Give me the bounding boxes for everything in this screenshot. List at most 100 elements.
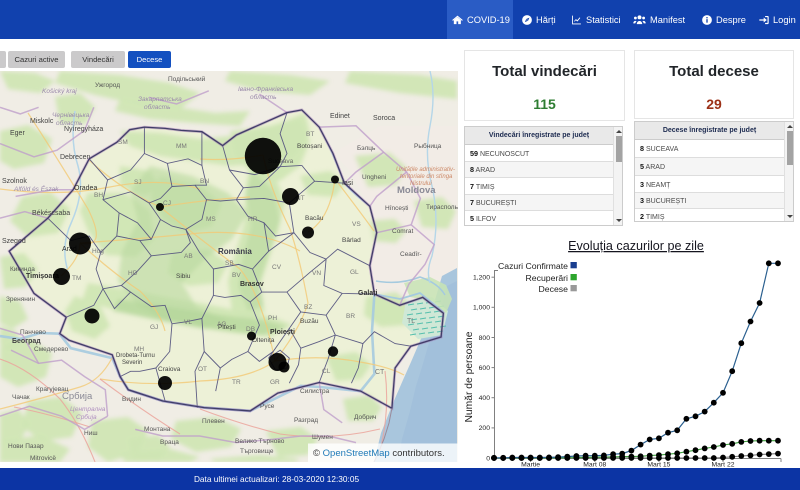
svg-text:Iași: Iași (342, 180, 353, 187)
svg-text:Oradea: Oradea (74, 185, 97, 192)
svg-text:BR: BR (346, 313, 355, 320)
svg-text:TR: TR (232, 379, 241, 386)
svg-text:BT: BT (306, 131, 314, 138)
svg-text:MM: MM (176, 143, 187, 150)
svg-text:CJ: CJ (163, 200, 171, 207)
svg-text:TM: TM (72, 275, 81, 282)
svg-text:Soroca: Soroca (373, 115, 395, 122)
svg-text:Drobeta-Turnu: Drobeta-Turnu (116, 353, 155, 359)
svg-text:Ниш: Ниш (84, 430, 98, 437)
svg-text:Ploiești: Ploiești (270, 329, 295, 336)
svg-text:0: 0 (486, 455, 490, 462)
svg-text:Ужгород: Ужгород (95, 82, 120, 89)
svg-text:Зренянин: Зренянин (6, 296, 35, 303)
svg-text:HD: HD (128, 270, 138, 277)
svg-text:Szolnok: Szolnok (2, 178, 27, 185)
svg-text:Велико Търново: Велико Търново (235, 438, 285, 445)
svg-text:MH: MH (134, 346, 144, 353)
svg-text:SB: SB (225, 260, 234, 267)
svg-text:Бэлць: Бэлць (357, 145, 376, 152)
svg-text:România: România (218, 247, 252, 256)
svg-text:Видин: Видин (122, 396, 141, 403)
svg-text:Eger: Eger (10, 130, 25, 137)
svg-text:Ceadîr-: Ceadîr- (400, 251, 422, 258)
svg-text:BN: BN (200, 178, 209, 185)
svg-text:VL: VL (184, 319, 192, 326)
svg-text:Плевен: Плевен (202, 418, 225, 425)
svg-text:Чачак: Чачак (12, 394, 30, 401)
svg-text:Разград: Разград (294, 417, 318, 424)
svg-text:Békéscsaba: Békéscsaba (32, 210, 70, 217)
svg-text:Recuperări: Recuperări (526, 273, 569, 283)
svg-text:Galați: Galați (358, 290, 378, 297)
svg-text:BV: BV (232, 272, 241, 279)
svg-text:VN: VN (312, 270, 321, 277)
svg-text:Hug: Hug (92, 248, 104, 255)
svg-text:область: область (250, 93, 277, 101)
svg-text:Панчево: Панчево (20, 329, 46, 336)
svg-text:HR: HR (248, 216, 258, 223)
svg-text:Смедерево: Смедерево (34, 346, 69, 353)
svg-text:Sibiu: Sibiu (176, 273, 191, 280)
svg-text:Buzău: Buzău (300, 318, 319, 325)
svg-text:BH: BH (94, 192, 103, 199)
svg-text:Шумен: Шумен (312, 434, 333, 441)
svg-text:Силистра: Силистра (300, 388, 330, 395)
svg-text:область: область (144, 103, 171, 111)
svg-text:Івано-Франківська: Івано-Франківська (238, 85, 294, 93)
svg-text:Edinet: Edinet (330, 113, 350, 120)
svg-text:Craiova: Craiova (158, 366, 181, 373)
svg-text:CT: CT (375, 369, 385, 376)
svg-text:Ungheni: Ungheni (362, 174, 386, 181)
svg-text:OT: OT (198, 366, 207, 373)
svg-text:Hîncești: Hîncești (385, 205, 408, 212)
svg-text:Košický kraj: Košický kraj (42, 88, 77, 95)
svg-text:AB: AB (184, 253, 193, 260)
svg-text:1,200: 1,200 (473, 275, 490, 282)
svg-text:Mitrovicë: Mitrovicë (30, 455, 56, 462)
svg-text:Comrat: Comrat (392, 228, 414, 235)
svg-text:Кикинда: Кикинда (10, 266, 35, 273)
svg-text:Русе: Русе (260, 403, 275, 410)
svg-text:200: 200 (479, 425, 491, 432)
svg-text:CL: CL (322, 368, 331, 375)
svg-text:VS: VS (352, 221, 361, 228)
svg-text:Debrecen: Debrecen (60, 154, 90, 161)
svg-text:Чернівецька: Чернівецька (52, 111, 90, 119)
svg-text:GJ: GJ (150, 324, 158, 331)
svg-text:Alföld és Észak: Alföld és Észak (13, 184, 59, 193)
svg-text:CV: CV (272, 264, 282, 271)
svg-text:Рыбница: Рыбница (414, 142, 442, 150)
svg-text:Pitești: Pitești (218, 324, 236, 331)
svg-text:Nyíregyháza: Nyíregyháza (64, 126, 103, 133)
svg-text:Moldova: Moldova (397, 185, 436, 196)
svg-text:Добрич: Добрич (354, 413, 376, 421)
svg-text:Београд: Београд (12, 338, 41, 345)
svg-text:MS: MS (206, 216, 216, 223)
svg-text:Număr de persoane: Număr de persoane (464, 331, 475, 422)
svg-text:800: 800 (479, 335, 491, 342)
svg-text:TL: TL (407, 318, 415, 325)
svg-text:Нови Пазар: Нови Пазар (8, 443, 44, 450)
svg-text:SJ: SJ (134, 179, 142, 186)
svg-text:Cazuri Confirmate: Cazuri Confirmate (498, 261, 568, 271)
svg-text:PH: PH (268, 315, 277, 322)
svg-text:Szeged: Szeged (2, 238, 26, 245)
svg-text:Закарпатська: Закарпатська (138, 96, 182, 103)
svg-text:GL: GL (350, 269, 359, 276)
svg-text:Враца: Враца (160, 439, 179, 446)
svg-text:GR: GR (270, 379, 280, 386)
svg-text:Severin: Severin (122, 360, 142, 366)
svg-text:Miskolc: Miskolc (30, 118, 54, 125)
svg-text:Bacău: Bacău (305, 215, 324, 222)
svg-text:1,000: 1,000 (473, 305, 490, 312)
svg-text:Decese: Decese (539, 284, 569, 294)
svg-text:Монтана: Монтана (144, 426, 171, 433)
svg-text:Търговище: Търговище (240, 448, 274, 455)
svg-text:Bârlad: Bârlad (342, 237, 361, 244)
svg-text:SM: SM (118, 139, 128, 146)
svg-text:Evoluția cazurilor pe zile: Evoluția cazurilor pe zile (568, 239, 704, 253)
svg-text:Тирасполь: Тирасполь (426, 204, 458, 211)
svg-text:Brasov: Brasov (240, 281, 264, 288)
svg-text:teritoriale din stînga: teritoriale din stînga (400, 174, 453, 180)
